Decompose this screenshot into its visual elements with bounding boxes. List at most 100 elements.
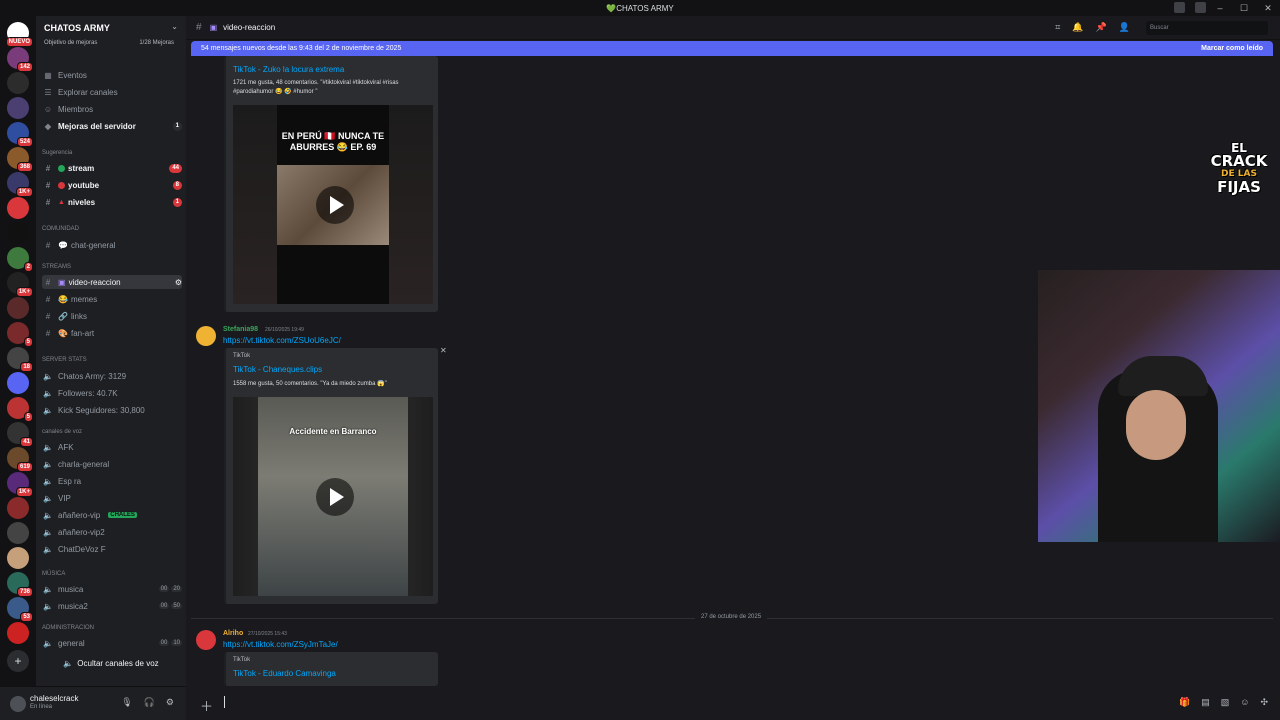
voice-chatdevoz[interactable]: 🔈 ChatDeVoz F (42, 542, 182, 556)
server-icon[interactable]: 41 (7, 422, 33, 447)
server-icon[interactable]: 736 (7, 572, 33, 597)
play-icon[interactable] (316, 478, 354, 516)
stat-members[interactable]: 🔈 Chatos Army: 3129 (42, 369, 182, 383)
server-icon[interactable]: 524 (7, 122, 33, 147)
server-icon[interactable]: 5 (7, 397, 33, 422)
channel-chat-general[interactable]: # 💬 chat-general (42, 238, 182, 252)
server-icon[interactable]: 1K+ (7, 272, 33, 297)
channel-stream[interactable]: # stream 44 (42, 161, 182, 175)
voice-espera[interactable]: 🔈 Esp ra (42, 474, 182, 488)
video-thumbnail[interactable]: EN PERÚ 🇵🇪 NUNCA TE ABURRES 😂 EP. 69 (233, 105, 433, 304)
inbox-icon[interactable] (1174, 2, 1185, 13)
server-icon[interactable] (7, 197, 29, 219)
channel-video-reaccion[interactable]: # ▣ video-reaccion ⚙ (42, 275, 182, 289)
search-input[interactable]: Buscar (1146, 21, 1268, 35)
boost-count: 1/28 Mejoras (139, 40, 174, 46)
voice-charla-general[interactable]: 🔈 charla-general (42, 457, 182, 471)
video-thumbnail[interactable]: Accidente en Barranco (233, 397, 433, 596)
members-icon[interactable]: 👤 (1119, 22, 1130, 33)
server-icon[interactable] (7, 72, 29, 94)
play-icon[interactable] (316, 186, 354, 224)
bell-icon[interactable]: 🔔 (1072, 22, 1083, 33)
server-icon[interactable]: 53 (7, 597, 33, 622)
sidebar-item-boosts[interactable]: ◆ Mejoras del servidor 1 (42, 119, 182, 133)
voice-general[interactable]: 🔈 general 00 10 (42, 636, 182, 650)
chevron-down-icon[interactable]: ⌄ (171, 22, 178, 31)
voice-musica2[interactable]: 🔈 musica2 00 50 (42, 599, 182, 613)
embed-title[interactable]: TikTok - Zuko la locura extrema (233, 65, 344, 74)
avatar[interactable] (196, 630, 216, 650)
server-icon[interactable]: NUEVO (5, 22, 33, 47)
avatar[interactable] (196, 326, 216, 346)
channel-youtube[interactable]: # youtube 8 (42, 178, 182, 192)
sidebar-item-members[interactable]: ☺ Miembros (42, 102, 182, 116)
server-icon[interactable]: 1K+ (7, 172, 33, 197)
minimize-button[interactable]: – (1208, 3, 1232, 13)
category-streams[interactable]: STREAMS (42, 264, 182, 270)
embed-title[interactable]: TikTok - Chaneques.clips (233, 365, 322, 374)
mark-read-button[interactable]: Marcar como leído (1201, 45, 1263, 52)
category-musica[interactable]: MÚSICA (42, 571, 182, 577)
voice-afk[interactable]: 🔈 AFK (42, 440, 182, 454)
pin-icon[interactable]: 📌 (1096, 22, 1107, 33)
server-icon[interactable]: 18 (7, 347, 33, 372)
server-icon[interactable]: 368 (7, 147, 33, 172)
gift-icon[interactable]: 🎁 (1179, 697, 1190, 708)
server-header[interactable]: CHATOS ARMY ⌄ Objetivo de mejoras 1/28 M… (36, 16, 186, 50)
server-icon[interactable] (7, 547, 29, 569)
add-attachment-icon[interactable]: ＋ (200, 696, 213, 715)
maximize-button[interactable]: ☐ (1232, 3, 1256, 14)
hide-voice-button[interactable]: 🔈 Ocultar canales de voz (56, 655, 166, 671)
sidebar-item-events[interactable]: ▦ Eventos (42, 68, 182, 82)
category-voz[interactable]: canales de voz (42, 429, 182, 435)
close-button[interactable]: ✕ (1256, 3, 1280, 14)
add-server-icon[interactable]: + (7, 650, 29, 672)
category-comunidad[interactable]: COMUNIDAD (42, 226, 182, 232)
gif-icon[interactable]: ▤ (1201, 697, 1210, 708)
server-icon[interactable] (7, 372, 29, 394)
message-link[interactable]: https://vt.tiktok.com/ZSUoU6eJC/ (223, 336, 341, 345)
stat-kick[interactable]: 🔈 Kick Seguidores: 30,800 (42, 403, 182, 417)
server-icon[interactable]: 619 (7, 447, 33, 472)
apps-icon[interactable]: ✣ (1260, 697, 1268, 708)
new-messages-banner[interactable]: 54 mensajes nuevos desde las 9:43 del 2 … (191, 41, 1273, 56)
voice-musica[interactable]: 🔈 musica 00 20 (42, 582, 182, 596)
embed-title[interactable]: TikTok - Eduardo Camavinga (233, 669, 336, 678)
channel-fan-art[interactable]: # 🎨 fan-art (42, 326, 182, 340)
voice-vip[interactable]: 🔈 VIP (42, 491, 182, 505)
avatar[interactable] (10, 696, 26, 712)
headphones-icon[interactable]: 🎧 (144, 697, 155, 708)
help-icon[interactable] (1195, 2, 1206, 13)
message-input[interactable] (224, 696, 225, 708)
server-icon[interactable] (7, 222, 29, 244)
close-icon[interactable]: ✕ (440, 346, 447, 355)
channel-niveles[interactable]: # ▲ niveles 1 (42, 195, 182, 209)
channel-memes[interactable]: # 😂 memes (42, 292, 182, 306)
message-input-row[interactable]: ＋ 🎁 ▤ ▧ ☺ ✣ (186, 686, 1280, 720)
server-icon[interactable]: 5 (7, 322, 33, 347)
settings-icon[interactable]: ⚙ (175, 278, 182, 287)
stat-followers[interactable]: 🔈 Followers: 40.7K (42, 386, 182, 400)
server-icon[interactable]: 142 (7, 47, 33, 72)
server-icon[interactable] (7, 497, 29, 519)
server-icon[interactable]: 2 (7, 247, 33, 272)
channel-links[interactable]: # 🔗 links (42, 309, 182, 323)
message-author[interactable]: Alriho (223, 630, 243, 637)
threads-icon[interactable]: ⌗ (1055, 22, 1060, 33)
sticker-icon[interactable]: ▧ (1221, 697, 1230, 708)
emoji-icon[interactable]: ☺ (1240, 697, 1249, 708)
category-server-stats[interactable]: SERVER STATS (42, 357, 182, 363)
gear-icon[interactable]: ⚙ (166, 697, 174, 708)
server-icon[interactable] (7, 522, 29, 544)
server-icon[interactable] (7, 97, 29, 119)
message-link[interactable]: https://vt.tiktok.com/ZSyJmTaJe/ (223, 640, 338, 649)
server-icon[interactable] (7, 297, 29, 319)
server-icon[interactable]: 1K+ (7, 472, 33, 497)
message-author[interactable]: Stefania98 (223, 326, 258, 333)
voice-anañero-vip[interactable]: 🔈 añañero-vip CHALES (42, 508, 182, 522)
voice-anañero-vip2[interactable]: 🔈 añañero-vip2 (42, 525, 182, 539)
category-admin[interactable]: ADMINISTRACION (42, 625, 182, 631)
microphone-icon[interactable]: 🎙 (121, 697, 132, 708)
sidebar-item-browse[interactable]: ☰ Explorar canales (42, 85, 182, 99)
server-icon[interactable] (7, 622, 29, 644)
